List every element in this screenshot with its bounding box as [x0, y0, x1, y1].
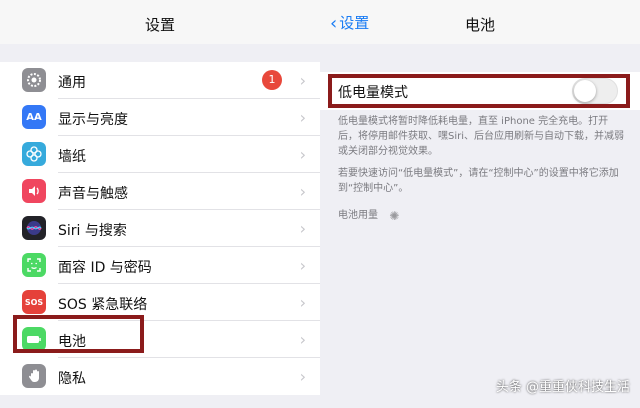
- sos-icon: SOS: [22, 290, 46, 314]
- chevron-right-icon: ›: [299, 256, 306, 275]
- battery-usage-label: 电池用量 ✺: [338, 206, 400, 223]
- low-power-highlight-box: [328, 74, 630, 108]
- settings-item-label: 声音与触感: [58, 186, 128, 202]
- chevron-right-icon: ›: [299, 145, 306, 164]
- chevron-right-icon: ›: [299, 71, 306, 90]
- settings-item-sounds[interactable]: 声音与触感 ›: [0, 173, 320, 210]
- settings-item-faceid[interactable]: 面容 ID 与密码 ›: [0, 247, 320, 284]
- wallpaper-icon: [22, 142, 46, 166]
- settings-navbar: 设置: [0, 0, 320, 44]
- chevron-right-icon: ›: [299, 330, 306, 349]
- battery-usage-text: 电池用量: [338, 210, 378, 221]
- settings-item-label: 墙纸: [58, 149, 86, 165]
- siri-icon: [22, 216, 46, 240]
- battery-navbar: ‹ 设置 电池: [320, 0, 640, 44]
- notification-badge: 1: [262, 70, 282, 90]
- settings-item-label: 隐私: [58, 371, 86, 387]
- settings-item-privacy[interactable]: 隐私 ›: [0, 358, 320, 395]
- chevron-right-icon: ›: [299, 219, 306, 238]
- chevron-right-icon: ›: [299, 108, 306, 127]
- sound-icon: [22, 179, 46, 203]
- settings-item-label: 显示与亮度: [58, 112, 128, 128]
- settings-item-siri[interactable]: Siri 与搜索 ›: [0, 210, 320, 247]
- display-icon: AA: [22, 105, 46, 129]
- settings-item-general[interactable]: 通用 1 ›: [0, 62, 320, 99]
- chevron-right-icon: ›: [299, 182, 306, 201]
- battery-panel: ‹ 设置 电池 低电量模式 低电量模式将暂时降低耗电量，直至 iPhone 完全充…: [320, 0, 640, 408]
- loading-spinner-icon: ✺: [389, 209, 400, 223]
- settings-item-label: SOS 紧急联络: [58, 297, 148, 313]
- settings-panel: 设置 通用 1 › AA 显示与亮度 › 墙纸 › 声音与触感 › Siri 与…: [0, 0, 320, 408]
- settings-item-display[interactable]: AA 显示与亮度 ›: [0, 99, 320, 136]
- privacy-hand-icon: [22, 364, 46, 388]
- chevron-right-icon: ›: [299, 293, 306, 312]
- control-center-hint: 若要快速访问“低电量模式”，请在“控制中心”的设置中将它添加到“控制中心”。: [338, 168, 619, 194]
- chevron-right-icon: ›: [299, 367, 306, 386]
- settings-item-label: 通用: [58, 75, 86, 91]
- page-title: 设置: [144, 16, 175, 34]
- faceid-icon: [22, 253, 46, 277]
- settings-item-label: Siri 与搜索: [58, 223, 127, 239]
- page-title: 电池: [464, 16, 495, 34]
- settings-item-wallpaper[interactable]: 墙纸 ›: [0, 136, 320, 173]
- gear-icon: [22, 68, 46, 92]
- low-power-description: 低电量模式将暂时降低耗电量，直至 iPhone 完全充电。打开后，将停用邮件获取…: [338, 116, 625, 157]
- settings-item-label: 面容 ID 与密码: [58, 260, 152, 276]
- battery-highlight-box: [13, 315, 144, 353]
- watermark: 头条 @重重侠科技生活: [495, 380, 630, 395]
